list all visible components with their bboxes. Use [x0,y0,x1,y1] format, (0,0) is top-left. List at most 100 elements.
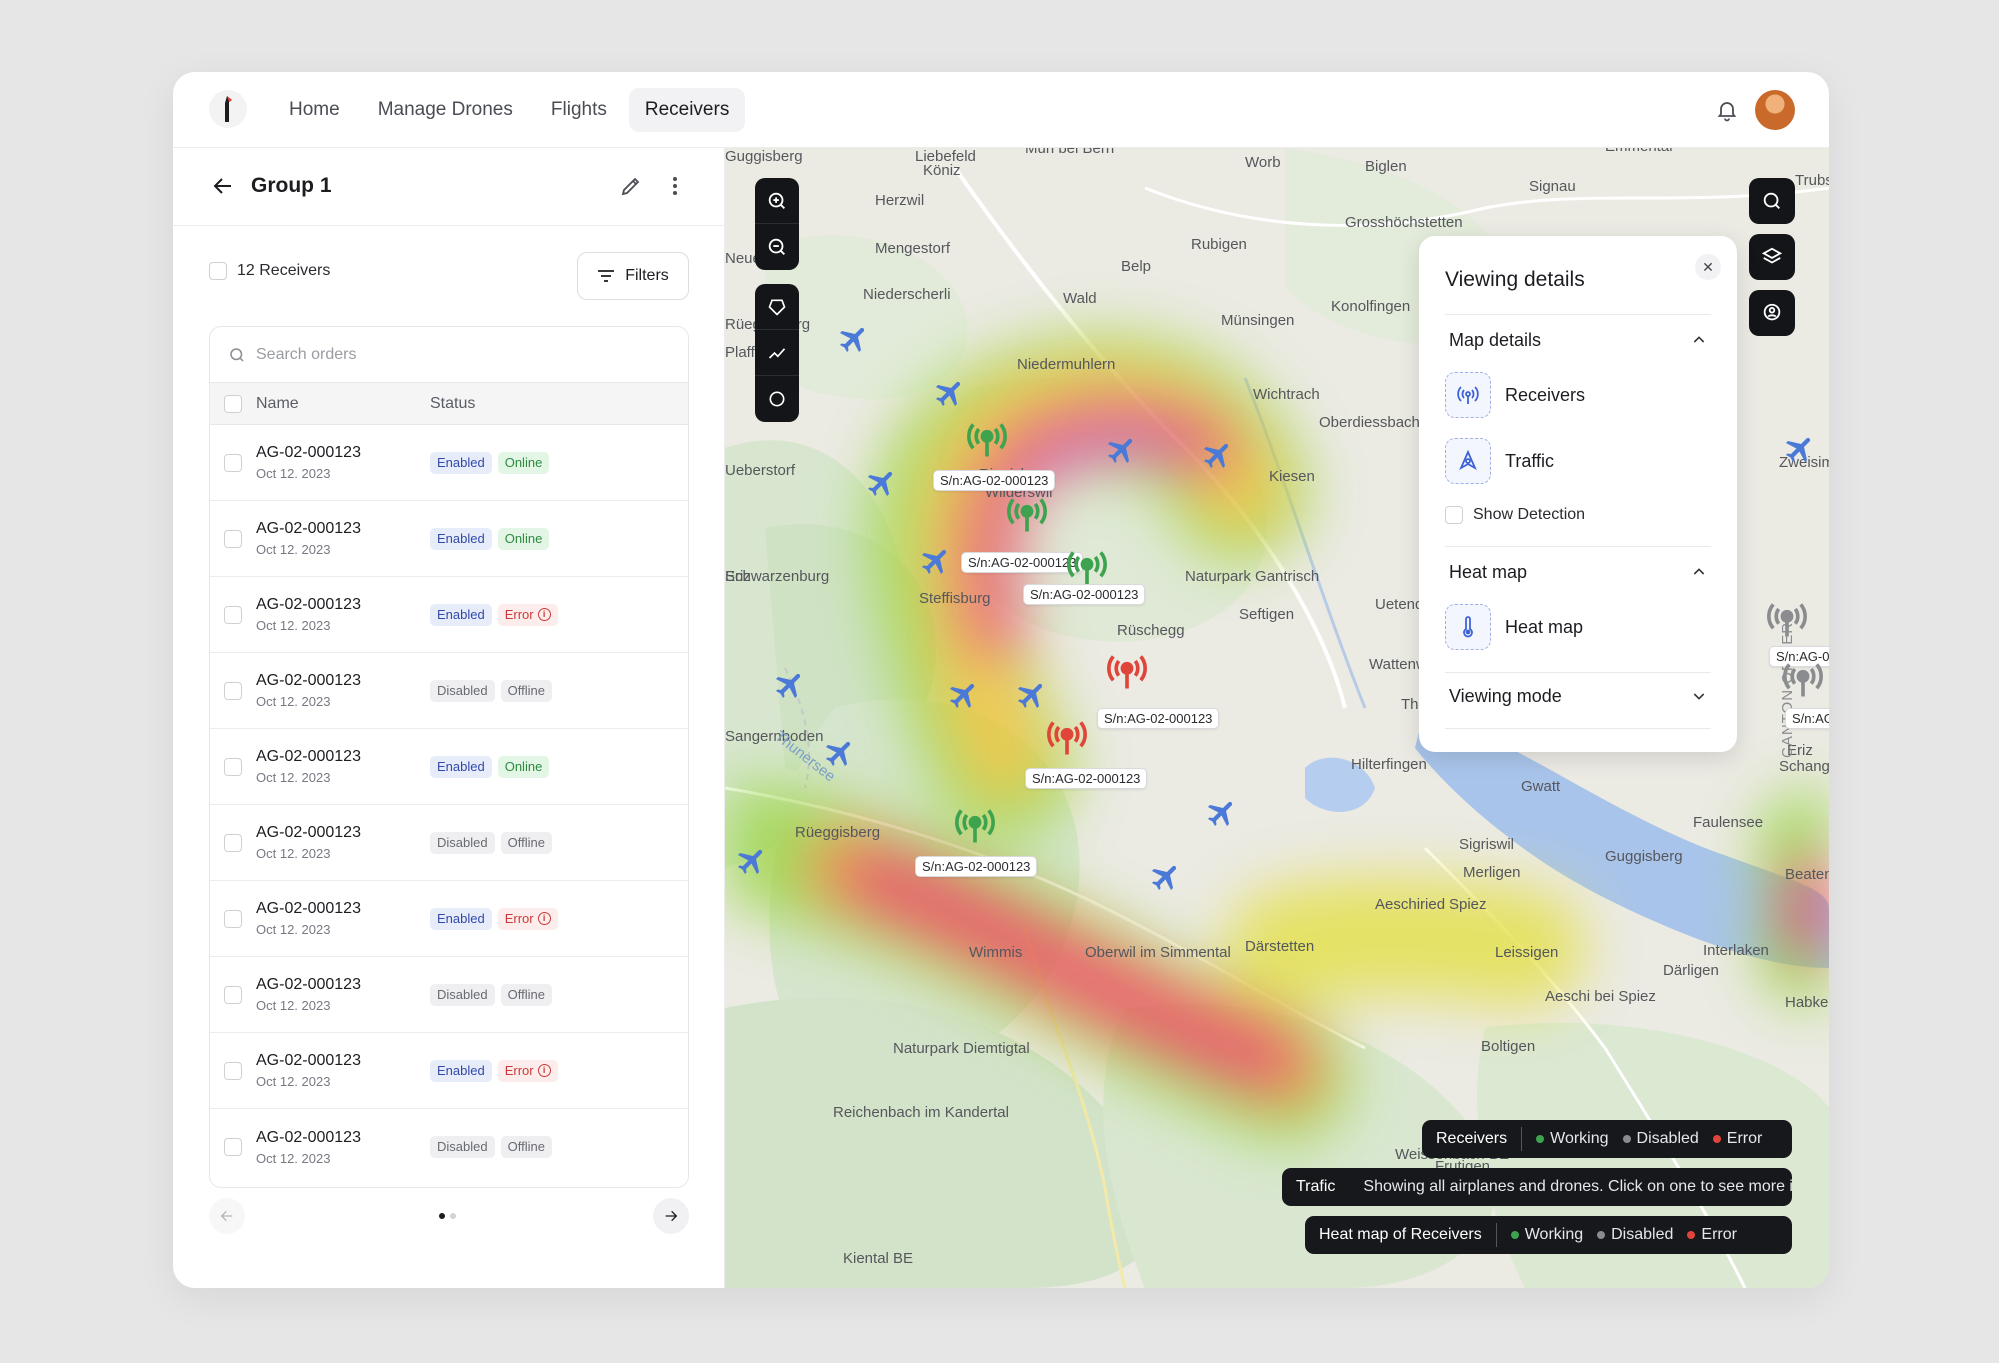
receivers-option-label: Receivers [1505,384,1586,405]
nav-home[interactable]: Home [273,88,356,132]
place-label: Seftigen [1239,606,1295,623]
status-text: Error [504,606,534,622]
status-text: Error [504,1062,534,1078]
map-view[interactable]: Liebefeld Köniz Muri bei Bern Worb Biglen Sig… [725,148,1829,1288]
header-checkbox[interactable] [224,394,242,413]
name-cell: AG-02-000123 Oct 12. 2023 [256,748,430,785]
row-checkbox[interactable] [224,1138,242,1156]
app-logo[interactable] [209,90,247,128]
row-checkbox[interactable] [224,529,242,548]
place-label: Wald [1063,290,1097,307]
row-checkbox[interactable] [224,833,242,852]
receiver-marker-icon[interactable] [1781,658,1825,702]
zoom-in-button[interactable] [755,178,799,224]
receiver-marker-icon[interactable] [953,804,997,848]
place-label: Herzwil [875,192,925,209]
receiver-marker-icon[interactable] [1045,716,1089,760]
receiver-serial-label: S/n:AG-02-00 [1785,708,1829,729]
place-label: Ueberstorf [725,462,796,479]
heat-map-header[interactable]: Heat map [1449,562,1527,583]
chevron-up-icon[interactable] [1691,332,1707,348]
table-row[interactable]: AG-02-000123 Oct 12. 2023 Enabled Online [210,729,688,805]
traffic-option[interactable]: Traffic [1445,438,1554,484]
status-text: Online [504,530,543,546]
search-input[interactable] [256,345,636,364]
receiver-date: Oct 12. 2023 [256,998,331,1013]
state-badge: Enabled [430,1059,492,1082]
table-row[interactable]: AG-02-000123 Oct 12. 2023 Enabled Error i [210,881,688,957]
receiver-marker-icon[interactable] [965,418,1009,462]
trend-tool-button[interactable] [755,330,799,376]
next-page-button[interactable] [653,1198,689,1234]
place-label: Naturpark Gantrisch [1185,568,1320,585]
info-icon[interactable]: i [537,608,551,621]
receiver-marker-icon[interactable] [1005,493,1049,537]
row-checkbox[interactable] [224,757,242,776]
receivers-option[interactable]: Receivers [1445,372,1585,418]
info-icon[interactable]: i [537,912,551,925]
select-all-checkbox[interactable] [209,262,227,280]
nav-flights[interactable]: Flights [535,88,623,132]
select-all-row: 12 Receivers [209,262,330,280]
info-icon[interactable]: i [537,1064,551,1077]
page-dot[interactable] [450,1213,456,1219]
row-checkbox[interactable] [224,985,242,1004]
table-row[interactable]: AG-02-000123 Oct 12. 2023 Disabled Offline [210,1109,688,1185]
heat-map-option[interactable]: Heat map [1445,604,1583,650]
show-detection-checkbox[interactable] [1445,506,1463,524]
avatar[interactable] [1755,90,1795,130]
more-vertical-icon[interactable] [663,174,687,198]
table-row[interactable]: AG-02-000123 Oct 12. 2023 Disabled Offline [210,653,688,729]
place-label: Gwatt [1521,778,1561,795]
place-label: Niedermuhlern [1017,356,1116,373]
state-badge: Disabled [430,983,495,1006]
row-checkbox[interactable] [224,909,242,928]
page-dot[interactable] [439,1213,445,1219]
row-checkbox[interactable] [224,605,242,624]
search-icon [230,347,244,362]
name-cell: AG-02-000123 Oct 12. 2023 [256,900,430,937]
nav-manage-drones[interactable]: Manage Drones [362,88,529,132]
table-row[interactable]: AG-02-000123 Oct 12. 2023 Enabled Error i [210,577,688,653]
heat-map-option-label: Heat map [1505,616,1584,637]
row-checkbox[interactable] [224,453,242,472]
filters-button[interactable]: Filters [577,252,689,300]
chevron-down-icon[interactable] [1691,688,1707,704]
table-row[interactable]: AG-02-000123 Oct 12. 2023 Enabled Online [210,425,688,501]
back-arrow-icon[interactable] [211,174,235,198]
receiver-marker-icon[interactable] [1765,598,1809,642]
nav-receivers[interactable]: Receivers [628,88,746,132]
zoom-out-button[interactable] [755,224,799,270]
pencil-icon[interactable] [619,174,643,198]
layers-button[interactable] [1749,234,1795,280]
place-label: Rüschegg [1117,622,1185,639]
row-checkbox[interactable] [224,1061,242,1080]
prev-page-button[interactable] [209,1198,245,1234]
pagination [209,1196,689,1236]
row-checkbox[interactable] [224,681,242,700]
location-button[interactable] [1749,290,1795,336]
table-row[interactable]: AG-02-000123 Oct 12. 2023 Disabled Offline [210,805,688,881]
antenna-icon [1445,372,1491,418]
status-dot [1712,1135,1721,1143]
status-dot [1510,1231,1519,1239]
receiver-name: AG-02-000123 [256,520,361,537]
show-detection-row[interactable]: Show Detection [1445,506,1585,524]
map-details-header[interactable]: Map details [1449,330,1541,351]
drone-traffic-icon [1445,438,1491,484]
viewing-mode-header[interactable]: Viewing mode [1449,686,1562,707]
circle-tool-button[interactable] [755,376,799,422]
polygon-tool-button[interactable] [755,284,799,330]
bell-icon[interactable] [1715,98,1739,122]
chevron-up-icon[interactable] [1691,564,1707,580]
receiver-marker-icon[interactable] [1105,650,1149,694]
table-row[interactable]: AG-02-000123 Oct 12. 2023 Enabled Error i [210,1033,688,1109]
table-row[interactable]: AG-02-000123 Oct 12. 2023 Disabled Offline [210,957,688,1033]
place-label: Därstetten [1245,938,1315,955]
close-button[interactable]: ✕ [1695,254,1721,280]
status-badge: Offline [500,1136,552,1158]
legend-label: Working [1550,1130,1609,1147]
table-row[interactable]: AG-02-000123 Oct 12. 2023 Enabled Online [210,501,688,577]
status-dot [1622,1135,1631,1143]
map-search-button[interactable] [1749,178,1795,224]
